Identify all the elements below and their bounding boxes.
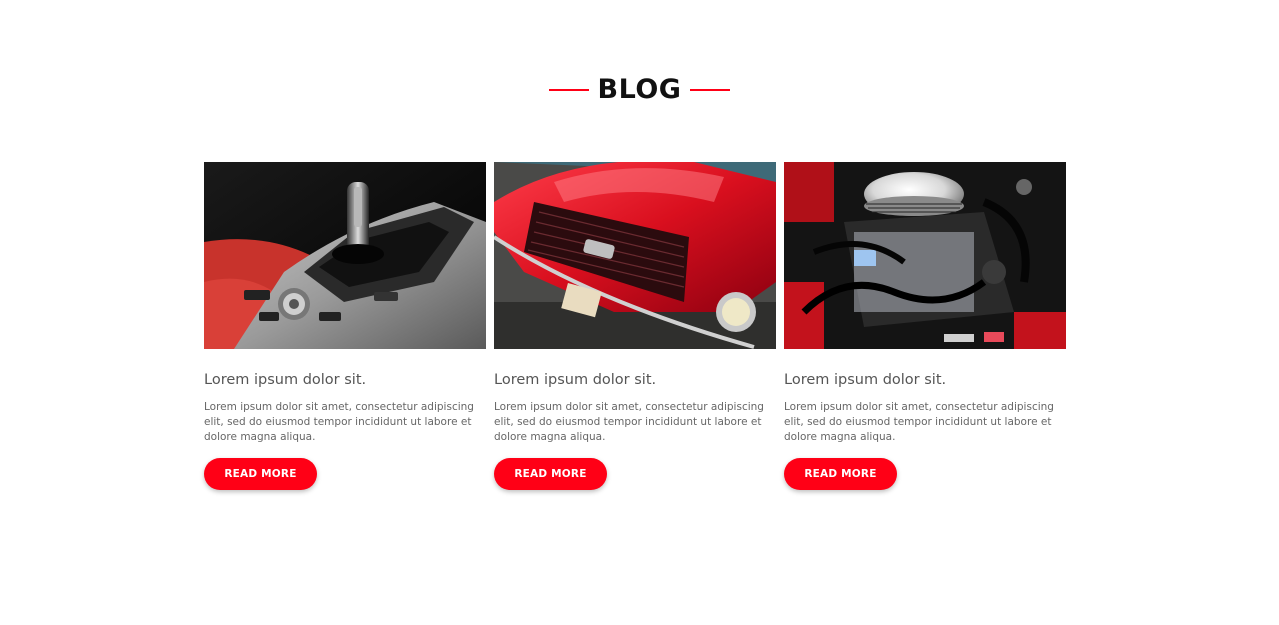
post-title[interactable]: Lorem ipsum dolor sit. <box>494 369 776 391</box>
post-excerpt: Lorem ipsum dolor sit amet, consectetur … <box>784 401 1054 443</box>
post-image-red-mustang[interactable] <box>494 162 776 349</box>
section-title: BLOG <box>597 74 682 105</box>
post-image-gear-shifter[interactable] <box>204 162 486 349</box>
read-more-button[interactable]: READ MORE <box>784 458 897 490</box>
read-more-button[interactable]: READ MORE <box>494 458 607 490</box>
post-title[interactable]: Lorem ipsum dolor sit. <box>784 369 1066 391</box>
post-excerpt: Lorem ipsum dolor sit amet, consectetur … <box>204 401 474 443</box>
heading-right-line <box>690 89 731 91</box>
read-more-button[interactable]: READ MORE <box>204 458 317 490</box>
blog-heading: BLOG <box>0 72 1279 108</box>
blog-card: Lorem ipsum dolor sit. Lorem ipsum dolor… <box>494 162 776 490</box>
blog-card: Lorem ipsum dolor sit. Lorem ipsum dolor… <box>204 162 486 490</box>
blog-card-grid: Lorem ipsum dolor sit. Lorem ipsum dolor… <box>204 162 1066 502</box>
blog-card: Lorem ipsum dolor sit. Lorem ipsum dolor… <box>784 162 1066 490</box>
heading-left-line <box>548 89 589 91</box>
post-image-engine-bay[interactable] <box>784 162 1066 349</box>
post-excerpt: Lorem ipsum dolor sit amet, consectetur … <box>494 401 764 443</box>
blog-section: BLOG Lorem ipsum dolor sit. Lorem ipsum … <box>0 0 1279 625</box>
post-title[interactable]: Lorem ipsum dolor sit. <box>204 369 486 391</box>
